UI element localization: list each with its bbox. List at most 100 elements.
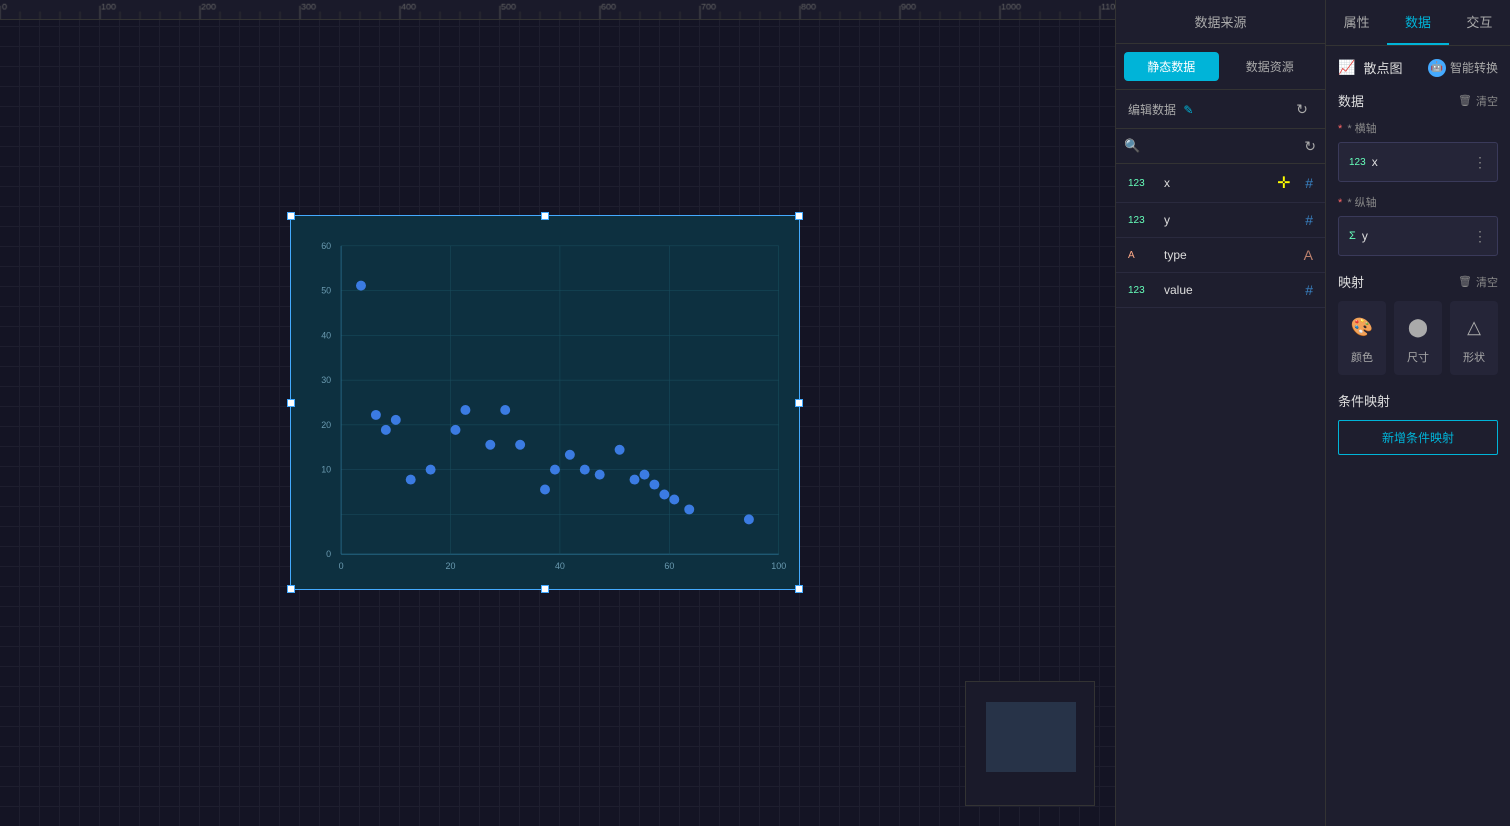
mapping-clear-icon: 🗑 [1458,275,1472,288]
svg-text:100: 100 [771,561,786,571]
data-section-header: 数据 🗑 清空 [1338,91,1498,110]
clear-icon: 🗑 [1458,94,1472,107]
field-item-type[interactable]: A type A [1116,238,1325,273]
handle-bl[interactable] [287,585,295,593]
field-name-value: value [1164,283,1297,297]
mini-map [965,681,1095,806]
right-panel: 数据来源 静态数据 数据资源 编辑数据 ✎ ↻ 🔍 ↻ 12 [1115,0,1510,826]
edit-icon: ✎ [1183,103,1193,117]
smart-convert[interactable]: 🤖 智能转换 [1428,59,1498,77]
prop-tabs: 属性 数据 交互 [1326,0,1510,46]
mapping-section: 映射 🗑 清空 🎨 颜色 ⬤ 尺寸 △ 形状 [1338,272,1498,375]
svg-text:10: 10 [321,465,331,475]
field-action-value: # [1305,282,1313,298]
field-name-x: x [1164,176,1276,190]
x-field-menu-btn[interactable]: ⋮ [1473,154,1487,171]
x-axis-field-item: 123 x [1349,155,1473,169]
handle-bc[interactable] [541,585,549,593]
drag-icon: ✛ [1277,173,1290,193]
mapping-label-尺寸: 尺寸 [1407,349,1429,365]
mapping-row: 🎨 颜色 ⬤ 尺寸 △ 形状 [1338,301,1498,375]
mapping-item-颜色[interactable]: 🎨 颜色 [1338,301,1386,375]
y-axis-field-box[interactable]: Σ y ⋮ [1338,216,1498,256]
canvas-area: 60 50 40 30 20 10 0 0 20 40 60 100 [0,0,1115,826]
svg-text:30: 30 [321,375,331,385]
chart-title-row: 📈 散点图 🤖 智能转换 [1338,58,1498,77]
handle-br[interactable] [795,585,803,593]
field-action-type: A [1304,247,1313,263]
svg-text:40: 40 [555,561,565,571]
field-action-y: # [1305,212,1313,228]
mapping-item-形状[interactable]: △ 形状 [1450,301,1498,375]
field-name-y: y [1164,213,1297,227]
y-field-name: y [1362,229,1473,243]
y-axis-label: * * 纵轴 [1338,194,1498,210]
field-type-icon-type: A [1128,250,1156,261]
x-axis-required: * [1338,123,1342,135]
x-axis-field-box[interactable]: 123 x ⋮ [1338,142,1498,182]
data-source-header: 数据来源 [1116,0,1325,44]
y-axis-field-item: Σ y [1349,229,1473,243]
mapping-section-header: 映射 🗑 清空 [1338,272,1498,291]
edit-label: 编辑数据 ✎ [1128,101,1285,118]
svg-text:60: 60 [664,561,674,571]
data-source-panel: 数据来源 静态数据 数据资源 编辑数据 ✎ ↻ 🔍 ↻ 12 [1116,0,1326,826]
smart-convert-label: 智能转换 [1450,59,1498,76]
handle-ml[interactable] [287,399,295,407]
mapping-icon-尺寸: ⬤ [1402,311,1434,343]
search-input[interactable] [1144,139,1299,153]
field-type-icon-x: 123 [1128,178,1156,189]
handle-mr[interactable] [795,399,803,407]
canvas-workspace[interactable]: 60 50 40 30 20 10 0 0 20 40 60 100 [0,20,1115,826]
field-item-y[interactable]: 123 y # [1116,203,1325,238]
chart-title-label: 散点图 [1363,58,1420,77]
data-tabs-row: 静态数据 数据资源 [1116,44,1325,90]
tab-attr[interactable]: 属性 [1326,0,1387,45]
handle-tc[interactable] [541,212,549,220]
mini-chart-preview [986,702,1076,772]
handle-tl[interactable] [287,212,295,220]
edit-row: 编辑数据 ✎ ↻ [1116,90,1325,129]
x-axis-label: * * 横轴 [1338,120,1498,136]
condition-title: 条件映射 [1338,391,1498,410]
prop-content: 📈 散点图 🤖 智能转换 数据 🗑 清空 [1326,46,1510,826]
field-list: 123 x ✛ # 123 y # A type A 123 value # [1116,164,1325,826]
field-name-type: type [1164,248,1296,262]
field-type-icon-value: 123 [1128,285,1156,296]
mapping-icon-颜色: 🎨 [1346,311,1378,343]
y-axis-required: * [1338,197,1342,209]
chart-type-icon: 📈 [1338,59,1355,76]
y-field-menu-btn[interactable]: ⋮ [1473,228,1487,245]
field-item-value[interactable]: 123 value # [1116,273,1325,308]
tab-static[interactable]: 静态数据 [1124,52,1219,81]
handle-tr[interactable] [795,212,803,220]
search-icon: 🔍 [1124,138,1140,154]
mapping-item-尺寸[interactable]: ⬤ 尺寸 [1394,301,1442,375]
field-action-x: # [1305,175,1313,191]
mapping-icon-形状: △ [1458,311,1490,343]
search-row: 🔍 ↻ [1116,129,1325,164]
x-field-type-icon: 123 [1349,157,1366,168]
mapping-clear-btn[interactable]: 🗑 清空 [1458,274,1498,290]
tab-interact[interactable]: 交互 [1449,0,1510,45]
smart-convert-icon: 🤖 [1428,59,1446,77]
refresh-btn[interactable]: ↻ [1291,98,1313,120]
svg-text:40: 40 [321,330,331,340]
tab-data[interactable]: 数据 [1387,0,1448,45]
mapping-title: 映射 [1338,272,1458,291]
ruler-canvas [0,0,1115,19]
field-item-x[interactable]: 123 x ✛ # [1116,164,1325,203]
data-clear-btn[interactable]: 🗑 清空 [1458,93,1498,109]
mapping-label-颜色: 颜色 [1351,349,1373,365]
add-condition-btn[interactable]: 新增条件映射 [1338,420,1498,455]
tab-resource[interactable]: 数据资源 [1223,52,1318,81]
search-refresh-btn[interactable]: ↻ [1303,135,1317,157]
svg-text:0: 0 [326,549,331,559]
svg-text:20: 20 [321,420,331,430]
svg-text:50: 50 [321,286,331,296]
data-section-title: 数据 [1338,91,1458,110]
y-axis-section: * * 纵轴 Σ y ⋮ [1338,194,1498,256]
properties-panel: 属性 数据 交互 📈 散点图 🤖 智能转换 数据 [1326,0,1510,826]
chart-container[interactable]: 60 50 40 30 20 10 0 0 20 40 60 100 [290,215,800,590]
x-axis-section: * * 横轴 123 x ⋮ [1338,120,1498,182]
